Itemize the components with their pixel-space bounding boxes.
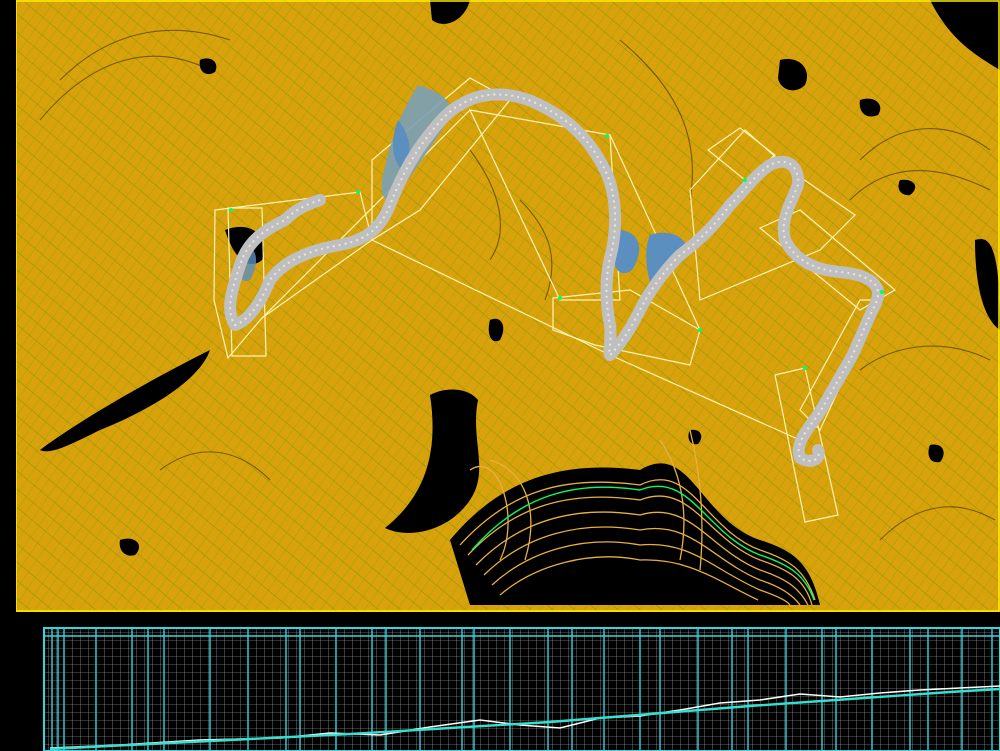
plan-view[interactable] xyxy=(16,0,1000,612)
profile-grid-fine xyxy=(44,628,1000,751)
cad-drawing-viewport[interactable] xyxy=(0,0,1000,751)
profile-view[interactable] xyxy=(43,627,1000,751)
cad-drawing-canvas[interactable] xyxy=(0,0,1000,751)
